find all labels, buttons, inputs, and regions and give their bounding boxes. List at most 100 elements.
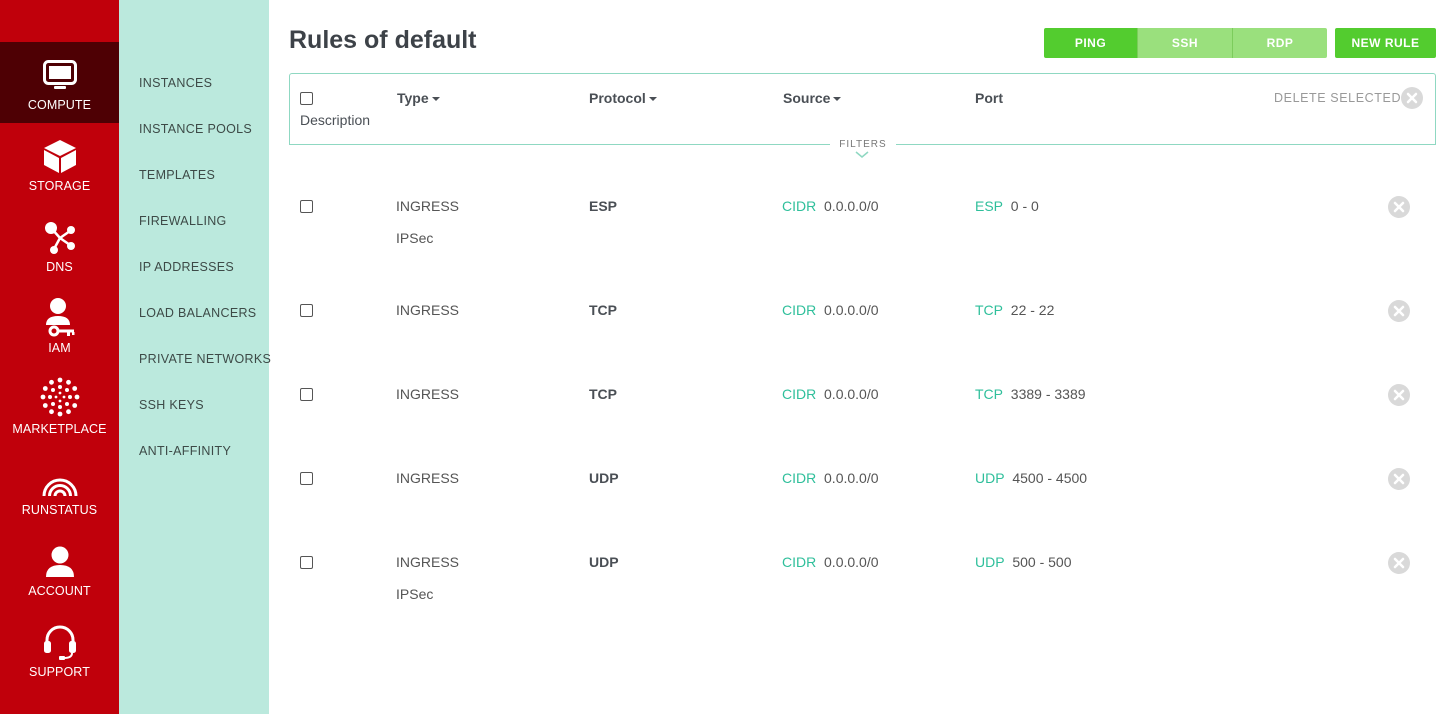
nav-item-iam[interactable]: IAM [0, 285, 119, 366]
column-header-source[interactable]: Source [783, 90, 842, 106]
nav-label-dns: DNS [46, 260, 73, 274]
sort-caret-icon [648, 97, 657, 101]
nav-label-account: ACCOUNT [28, 584, 91, 598]
source-value: 0.0.0.0/0 [824, 386, 879, 402]
rule-protocol: TCP [589, 386, 617, 402]
compute-submenu: INSTANCES INSTANCE POOLS TEMPLATES FIREW… [119, 0, 271, 714]
rule-port: UDP 500 - 500 [975, 554, 1072, 570]
ping-button[interactable]: PING [1044, 28, 1137, 58]
port-protocol: UDP [975, 554, 1005, 570]
rule-protocol: UDP [589, 554, 619, 570]
source-value: 0.0.0.0/0 [824, 554, 879, 570]
port-protocol: TCP [975, 302, 1003, 318]
submenu-item-instance-pools[interactable]: INSTANCE POOLS [139, 122, 252, 136]
nav-item-dns[interactable]: DNS [0, 204, 119, 285]
port-range: 500 - 500 [1012, 554, 1072, 570]
divider [896, 144, 1436, 145]
monitor-icon [42, 60, 77, 89]
source-value: 0.0.0.0/0 [824, 470, 879, 486]
delete-rule-icon[interactable] [1388, 468, 1410, 490]
submenu-item-ssh-keys[interactable]: SSH KEYS [139, 398, 204, 412]
rule-type: INGRESS [396, 386, 460, 402]
ssh-button[interactable]: SSH [1137, 28, 1232, 58]
row-checkbox[interactable] [300, 388, 313, 401]
nav-label-iam: IAM [48, 341, 71, 355]
submenu-item-load-balancers[interactable]: LOAD BALANCERS [139, 306, 256, 320]
nav-label-marketplace: MARKETPLACE [12, 422, 107, 436]
rule-port: UDP 4500 - 4500 [975, 470, 1087, 486]
port-protocol: UDP [975, 470, 1005, 486]
rule-description: IPSec [396, 586, 434, 602]
rule-protocol: TCP [589, 302, 617, 318]
headset-icon [43, 625, 76, 660]
source-kind: CIDR [782, 554, 817, 570]
nav-item-marketplace[interactable]: MARKETPLACE [0, 366, 119, 447]
row-checkbox[interactable] [300, 200, 313, 213]
nav-item-support[interactable]: SUPPORT [0, 609, 119, 690]
row-checkbox[interactable] [300, 304, 313, 317]
rule-type: INGRESS [396, 554, 460, 570]
column-header-source-label: Source [783, 90, 831, 106]
submenu-item-templates[interactable]: TEMPLATES [139, 168, 215, 182]
nav-item-compute[interactable]: COMPUTE [0, 42, 127, 123]
page-title: Rules of default [289, 26, 477, 54]
source-kind: CIDR [782, 386, 817, 402]
table-header [289, 73, 1436, 145]
source-value: 0.0.0.0/0 [824, 302, 879, 318]
select-all-checkbox[interactable] [300, 92, 313, 105]
port-range: 3389 - 3389 [1010, 386, 1086, 402]
main-nav: COMPUTE STORAGE DNS IAM MARKETPLACE RUNS… [0, 0, 127, 714]
column-header-protocol[interactable]: Protocol [589, 90, 657, 106]
rule-description: IPSec [396, 230, 434, 246]
user-icon [45, 546, 74, 577]
row-checkbox[interactable] [300, 556, 313, 569]
column-header-description: Description [300, 112, 371, 128]
nav-label-compute: COMPUTE [27, 98, 92, 112]
rule-type: INGRESS [396, 302, 460, 318]
submenu-item-firewalling[interactable]: FIREWALLING [139, 214, 227, 228]
rdp-button[interactable]: RDP [1232, 28, 1327, 58]
port-protocol: TCP [975, 386, 1003, 402]
rule-port: TCP 3389 - 3389 [975, 386, 1086, 402]
network-nodes-icon [44, 222, 75, 254]
quick-rule-button-group: PING SSH RDP [1044, 28, 1327, 58]
nav-item-runstatus[interactable]: RUNSTATUS [0, 447, 119, 528]
sort-caret-icon [431, 97, 440, 101]
source-kind: CIDR [782, 302, 817, 318]
column-header-protocol-label: Protocol [589, 90, 646, 106]
port-range: 22 - 22 [1010, 302, 1055, 318]
delete-rule-icon[interactable] [1388, 552, 1410, 574]
delete-rule-icon[interactable] [1388, 300, 1410, 322]
nav-item-account[interactable]: ACCOUNT [0, 528, 119, 609]
rule-source: CIDR 0.0.0.0/0 [782, 198, 879, 214]
rule-source: CIDR 0.0.0.0/0 [782, 554, 879, 570]
chevron-down-icon[interactable] [855, 151, 869, 159]
nav-label-storage: STORAGE [28, 179, 91, 193]
cube-icon [43, 140, 76, 173]
rule-port: TCP 22 - 22 [975, 302, 1054, 318]
signal-icon [42, 478, 77, 497]
submenu-item-instances[interactable]: INSTANCES [139, 76, 212, 90]
filters-toggle[interactable]: FILTERS [830, 139, 896, 150]
port-range: 0 - 0 [1010, 198, 1039, 214]
rule-type: INGRESS [396, 198, 460, 214]
rule-source: CIDR 0.0.0.0/0 [782, 302, 879, 318]
submenu-item-private-networks[interactable]: PRIVATE NETWORKS [139, 352, 271, 366]
delete-selected-icon[interactable] [1401, 87, 1423, 109]
rule-source: CIDR 0.0.0.0/0 [782, 386, 879, 402]
row-checkbox[interactable] [300, 472, 313, 485]
nav-item-storage[interactable]: STORAGE [0, 123, 119, 204]
delete-rule-icon[interactable] [1388, 384, 1410, 406]
submenu-item-ip-addresses[interactable]: IP ADDRESSES [139, 260, 234, 274]
user-key-icon [45, 298, 74, 337]
submenu-item-anti-affinity[interactable]: ANTI-AFFINITY [139, 444, 231, 458]
column-header-type-label: Type [397, 90, 429, 106]
rule-type: INGRESS [396, 470, 460, 486]
source-kind: CIDR [782, 198, 817, 214]
column-header-type[interactable]: Type [397, 90, 440, 106]
delete-rule-icon[interactable] [1388, 196, 1410, 218]
rule-protocol: UDP [589, 470, 619, 486]
delete-selected-button[interactable]: DELETE SELECTED [1274, 91, 1401, 105]
new-rule-button[interactable]: NEW RULE [1335, 28, 1436, 58]
source-value: 0.0.0.0/0 [824, 198, 879, 214]
